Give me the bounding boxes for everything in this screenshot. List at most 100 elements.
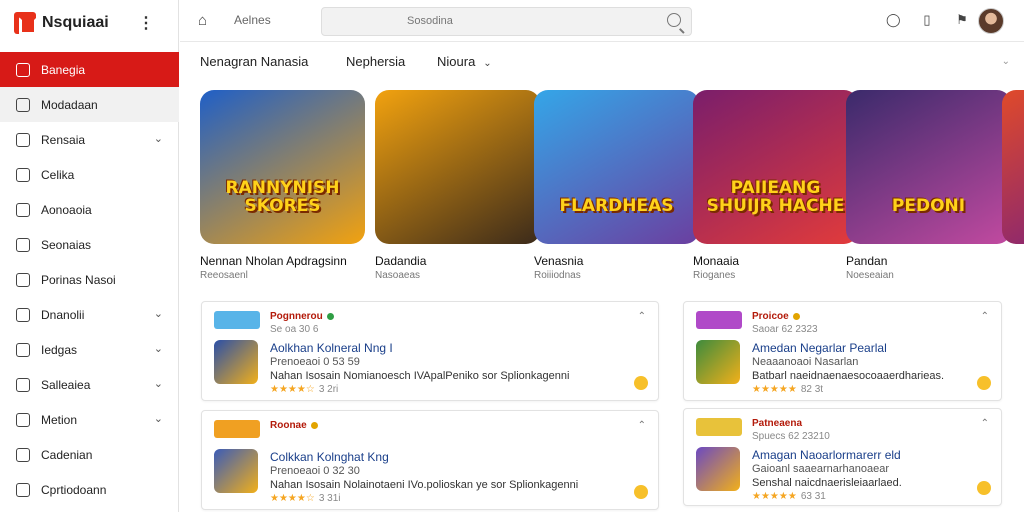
card-tag-label: Patneaena — [752, 418, 803, 429]
game-card[interactable]: Dadandia Nasoaeas — [375, 90, 540, 281]
brand[interactable]: Nsquiaai ⋮ — [14, 10, 174, 36]
tab-2-label: Nioura — [437, 54, 476, 69]
card-title[interactable]: Amagan Naoarlormarerr eld — [752, 448, 901, 462]
sidebar-item-10[interactable]: Metion ⌄ — [0, 402, 179, 437]
flag-icon[interactable]: ⚑ — [955, 12, 969, 28]
search-input[interactable]: Sosodina — [321, 7, 692, 36]
game-name[interactable]: Pandan — [846, 254, 1011, 268]
game-subtitle: Roiiiodnas — [534, 270, 581, 281]
share-icon — [16, 447, 30, 462]
chevron-down-icon[interactable]: ⌄ — [154, 377, 163, 390]
sidebar-item-9[interactable]: Salleaiea ⌄ — [0, 367, 179, 402]
chevron-down-icon[interactable]: ⌄ — [154, 307, 163, 320]
game-card[interactable]: RANNYNISH SKORES Nennan Nholan Apdragsinn… — [200, 90, 365, 281]
sidebar-item-label: Iedgas — [41, 342, 78, 357]
game-card[interactable]: PEDONI Pandan Noeseaian — [846, 90, 1011, 281]
avatar[interactable] — [978, 8, 1004, 34]
library-icon — [16, 97, 30, 112]
collapse-icon[interactable]: ⌃ — [638, 420, 646, 431]
chevron-down-icon[interactable]: ⌄ — [154, 412, 163, 425]
game-subtitle: Noeseaian — [846, 270, 894, 281]
game-name[interactable]: Monaaia — [693, 254, 858, 268]
card-title[interactable]: Amedan Negarlar Pearlal — [752, 341, 887, 355]
tab-2[interactable]: Nioura ⌄ — [437, 54, 492, 69]
card-meta: Se oa 30 6 — [270, 324, 319, 335]
home-icon[interactable]: ⌂ — [198, 12, 214, 29]
card-detail: Prenoeaoi 0 53 59 — [270, 356, 360, 368]
game-name[interactable]: Dadandia — [375, 254, 540, 268]
tab-1[interactable]: Nephersia — [346, 54, 405, 69]
game-art[interactable] — [1002, 90, 1024, 244]
game-card-partial[interactable] — [1002, 90, 1024, 244]
collapse-icon[interactable]: ⌃ — [981, 418, 989, 429]
bell-icon — [16, 412, 30, 427]
game-list-card[interactable]: Proicoe Saoar 62 2323 Amedan Negarlar Pear… — [683, 301, 1002, 401]
collapse-icon[interactable]: ⌃ — [981, 311, 989, 322]
game-name[interactable]: Nennan Nholan Apdragsinn — [200, 254, 365, 268]
game-card[interactable]: FLARDHEAS Venasnia Roiiiodnas — [534, 90, 699, 281]
star-rating: ★★★★☆ 3 2ri — [270, 384, 338, 395]
game-art[interactable]: PEDONI — [846, 90, 1011, 244]
card-tag: Proicoe — [752, 311, 800, 322]
game-thumbnail[interactable] — [214, 340, 258, 384]
collapse-icon[interactable]: ⌃ — [638, 311, 646, 322]
status-dot-icon — [326, 312, 334, 320]
sidebar-item-4[interactable]: Aonoaoia — [0, 192, 179, 227]
chevron-down-icon: ⌄ — [483, 58, 492, 69]
sidebar-item-label: Aonoaoia — [41, 202, 92, 217]
sidebar-item-0[interactable]: Banegia — [0, 52, 179, 87]
card-detail: Neaaanoaoi Nasarlan — [752, 356, 859, 368]
sidebar-item-11[interactable]: Cadenian — [0, 437, 179, 472]
game-art[interactable]: FLARDHEAS — [534, 90, 699, 244]
badge-icon — [977, 376, 991, 390]
tab-0[interactable]: Nenagran Nanasia — [200, 54, 308, 69]
sidebar-item-5[interactable]: Seonaias — [0, 227, 179, 262]
top-bar: ⌂ Aelnes Sosodina ◯ ▯ ⚑ — [180, 0, 1024, 42]
rating-value: 3 2ri — [318, 384, 339, 395]
game-thumbnail[interactable] — [214, 449, 258, 493]
game-art[interactable]: RANNYNISH SKORES — [200, 90, 365, 244]
game-art[interactable] — [375, 90, 540, 244]
game-list-card[interactable]: Roonae Colkkan Kolnghat Kng Prenoeaoi 0 32… — [201, 410, 659, 510]
game-list-card[interactable]: Pognnerou Se oa 30 6 Aolkhan Kolneral Nng … — [201, 301, 659, 401]
card-tag: Patneaena — [752, 418, 802, 429]
sidebar-item-7[interactable]: Dnanolii ⌄ — [0, 297, 179, 332]
game-card[interactable]: PAIIEANG SHUIJR HACHE Monaaia Rioganes — [693, 90, 858, 281]
card-description: Senshal naicdnaerisleiaarlaed. — [752, 477, 902, 489]
sidebar-item-3[interactable]: Celika — [0, 157, 179, 192]
game-thumbnail[interactable] — [696, 340, 740, 384]
search-icon[interactable] — [667, 13, 681, 27]
publisher-logo — [696, 311, 742, 329]
more-vertical-icon[interactable]: ⋮ — [138, 13, 154, 33]
game-art[interactable]: PAIIEANG SHUIJR HACHE — [693, 90, 858, 244]
clipboard-icon[interactable]: ▯ — [920, 12, 934, 28]
sidebar-item-label: Metion — [41, 412, 78, 427]
badge-icon — [634, 376, 648, 390]
chevron-down-icon[interactable]: ⌄ — [154, 132, 163, 145]
sidebar-item-label: Rensaia — [41, 132, 86, 147]
card-title[interactable]: Colkkan Kolnghat Kng — [270, 450, 389, 464]
sidebar-item-1[interactable]: Modadaan — [0, 87, 179, 122]
sidebar-item-label: Cadenian — [41, 447, 93, 462]
game-list-card[interactable]: Patneaena Spuecs 62 23210 Amagan Naoarlorm… — [683, 408, 1002, 506]
chevron-down-icon[interactable]: ⌄ — [1002, 56, 1010, 67]
sidebar-item-2[interactable]: Rensaia ⌄ — [0, 122, 179, 157]
notification-icon[interactable]: ◯ — [886, 12, 901, 28]
game-thumbnail[interactable] — [696, 447, 740, 491]
home-icon — [16, 62, 30, 77]
search-placeholder: Sosodina — [407, 15, 453, 27]
card-meta: Saoar 62 2323 — [752, 324, 818, 335]
chevron-down-icon[interactable]: ⌄ — [154, 342, 163, 355]
sidebar-item-6[interactable]: Porinas Nasoi — [0, 262, 179, 297]
card-title[interactable]: Aolkhan Kolneral Nng I — [270, 341, 393, 355]
star-rating: ★★★★☆ 3 31i — [270, 493, 341, 504]
publisher-logo — [214, 420, 260, 438]
rating-value: 63 31 — [800, 491, 826, 502]
sidebar-item-8[interactable]: Iedgas ⌄ — [0, 332, 179, 367]
game-name[interactable]: Venasnia — [534, 254, 699, 268]
card-tag-label: Pognnerou — [270, 311, 323, 322]
bell-icon — [16, 377, 30, 392]
sidebar-item-12[interactable]: Cprtiodoann — [0, 472, 179, 507]
top-bar-label[interactable]: Aelnes — [234, 13, 271, 27]
edit-icon — [16, 307, 30, 322]
